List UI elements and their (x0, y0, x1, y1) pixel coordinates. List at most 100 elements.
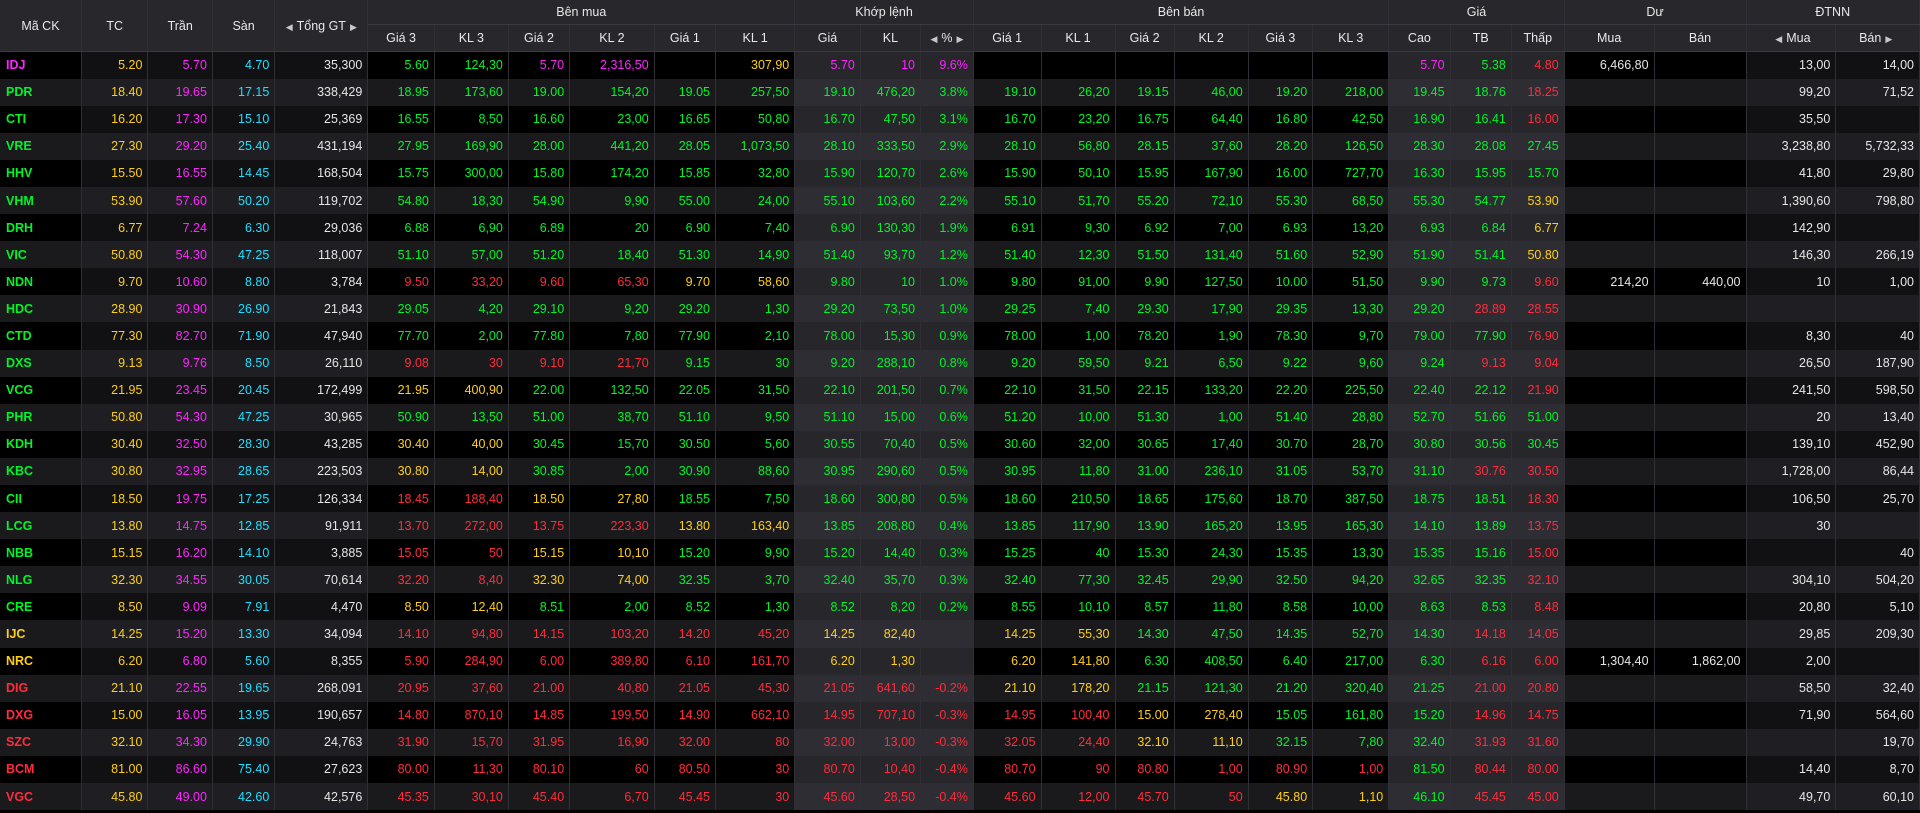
sell-price2-cell: 51.30 (1115, 403, 1175, 431)
table-row[interactable]: CTD 77.30 82.70 71.90 47,940 77.70 2,00 77.80 7,… (0, 322, 1920, 350)
symbol-cell[interactable]: DRH (0, 214, 82, 242)
match-volume-cell: 10 (860, 51, 922, 79)
col-match-pct[interactable]: ◀% ▶ (920, 24, 974, 52)
col-buy-gia1[interactable]: Giá 1 (654, 24, 716, 52)
symbol-cell[interactable]: KBC (0, 457, 82, 485)
col-foreign-sell[interactable]: Bán ▶ (1835, 24, 1920, 52)
avg-price-cell: 13.89 (1450, 512, 1512, 540)
table-row[interactable]: VRE 27.30 29.20 25.40 431,194 27.95 169,90 28.0… (0, 132, 1920, 160)
symbol-cell[interactable]: DIG (0, 674, 82, 702)
col-match-price[interactable]: Giá (794, 24, 861, 52)
table-row[interactable]: CTI 16.20 17.30 15.10 25,369 16.55 8,50 16.60 23… (0, 105, 1920, 133)
floor-price-cell: 20.45 (212, 376, 276, 404)
sell-vol3-cell: 218,00 (1312, 78, 1390, 106)
symbol-cell[interactable]: VIC (0, 241, 82, 269)
table-row[interactable]: VGC 45.80 49.00 42.60 42,576 45.35 30,10 45.40 6… (0, 783, 1920, 811)
table-row[interactable]: CRE 8.50 9.09 7.91 4,470 8.50 12,40 8.51 2,00 8.5… (0, 593, 1920, 621)
col-symbol[interactable]: Mã CK (0, 0, 82, 52)
col-sell-kl3[interactable]: KL 3 (1312, 24, 1390, 52)
symbol-cell[interactable]: CRE (0, 593, 82, 621)
table-row[interactable]: DXS 9.13 9.76 8.50 26,110 9.08 30 9.10 21,70 9.15… (0, 349, 1920, 377)
symbol-cell[interactable]: PDR (0, 78, 82, 106)
sell-vol3-cell: 28,80 (1312, 403, 1390, 431)
table-row[interactable]: VHM 53.90 57.60 50.20 119,702 54.80 18,30 54.90… (0, 186, 1920, 215)
col-buy-kl3[interactable]: KL 3 (434, 24, 509, 52)
symbol-cell[interactable]: CII (0, 485, 82, 513)
symbol-cell[interactable]: PHR (0, 403, 82, 431)
symbol-cell[interactable]: NRC (0, 647, 82, 675)
table-row[interactable]: NRC 6.20 6.80 5.60 8,355 5.90 284,90 6.00 389,80… (0, 647, 1920, 675)
table-row[interactable]: NDN 9.70 10.60 8.80 3,784 9.50 33,20 9.60 65,30 9… (0, 268, 1920, 296)
table-row[interactable]: DRH 6.77 7.24 6.30 29,036 6.88 6,90 6.89 20 6.90 7… (0, 214, 1920, 242)
table-row[interactable]: NBB 15.15 16.20 14.10 3,885 15.05 50 15.15 10,10… (0, 539, 1920, 567)
symbol-cell[interactable]: SZC (0, 728, 82, 756)
match-pct-cell: -0.4% (920, 783, 974, 811)
col-buy-kl1[interactable]: KL 1 (715, 24, 796, 52)
table-row[interactable]: HHV 15.50 16.55 14.45 168,504 15.75 300,00 15.8… (0, 159, 1920, 187)
low-price-cell: 31.60 (1511, 728, 1565, 756)
left-arrow-icon[interactable]: ◀ (930, 34, 937, 44)
table-row[interactable]: VCG 21.95 23.45 20.45 172,499 21.95 400,90 22.0… (0, 376, 1920, 404)
match-price-cell: 30.95 (794, 457, 861, 485)
table-row[interactable]: HDC 28.90 30.90 26.90 21,843 29.05 4,20 29.10 9,… (0, 295, 1920, 323)
col-residual-sell[interactable]: Bán (1654, 24, 1747, 52)
right-arrow-icon[interactable]: ▶ (957, 34, 964, 44)
residual-sell-cell (1654, 485, 1747, 513)
col-match-volume[interactable]: KL (860, 24, 922, 52)
symbol-cell[interactable]: VHM (0, 186, 82, 215)
col-floor[interactable]: Sàn (212, 0, 276, 52)
col-residual-buy[interactable]: Mua (1564, 24, 1655, 52)
symbol-cell[interactable]: CTD (0, 322, 82, 350)
right-arrow-icon[interactable]: ▶ (350, 22, 357, 32)
symbol-cell[interactable]: VCG (0, 376, 82, 404)
col-sell-gia2[interactable]: Giá 2 (1115, 24, 1175, 52)
table-row[interactable]: IDJ 5.20 5.70 4.70 35,300 5.60 124,30 5.70 2,316… (0, 51, 1920, 79)
col-avg[interactable]: TB (1450, 24, 1512, 52)
symbol-cell[interactable]: NLG (0, 566, 82, 594)
symbol-cell[interactable]: IDJ (0, 51, 82, 79)
col-ref[interactable]: TC (81, 0, 149, 52)
table-row[interactable]: PDR 18.40 19.65 17.15 338,429 18.95 173,60 19.0… (0, 78, 1920, 106)
left-arrow-icon[interactable]: ◀ (1775, 34, 1782, 44)
symbol-cell[interactable]: DXG (0, 701, 82, 729)
col-total[interactable]: ◀ Tổng GT ▶ (274, 0, 369, 52)
table-row[interactable]: DIG 21.10 22.55 19.65 268,091 20.95 37,60 21.00… (0, 674, 1920, 702)
col-sell-kl2[interactable]: KL 2 (1174, 24, 1249, 52)
symbol-cell[interactable]: CTI (0, 105, 82, 133)
table-row[interactable]: IJC 14.25 15.20 13.30 34,094 14.10 94,80 14.15 1… (0, 620, 1920, 648)
table-row[interactable]: KDH 30.40 32.50 28.30 43,285 30.40 40,00 30.45 1… (0, 430, 1920, 458)
symbol-cell[interactable]: IJC (0, 620, 82, 648)
table-row[interactable]: SZC 32.10 34.30 29.90 24,763 31.90 15,70 31.95 1… (0, 728, 1920, 756)
table-row[interactable]: LCG 13.80 14.75 12.85 91,911 13.70 272,00 13.75… (0, 512, 1920, 540)
col-buy-gia3[interactable]: Giá 3 (367, 24, 435, 52)
table-row[interactable]: BCM 81.00 86.60 75.40 27,623 80.00 11,30 80.10 6… (0, 755, 1920, 784)
symbol-cell[interactable]: VGC (0, 783, 82, 811)
left-arrow-icon[interactable]: ◀ (286, 22, 293, 32)
col-ceil[interactable]: Trần (147, 0, 213, 52)
right-arrow-icon[interactable]: ▶ (1885, 34, 1892, 44)
col-sell-gia1[interactable]: Giá 1 (973, 24, 1042, 52)
symbol-cell[interactable]: HHV (0, 159, 82, 187)
symbol-cell[interactable]: NBB (0, 539, 82, 567)
col-buy-kl2[interactable]: KL 2 (569, 24, 655, 52)
symbol-cell[interactable]: LCG (0, 512, 82, 540)
symbol-cell[interactable]: HDC (0, 295, 82, 323)
col-high[interactable]: Cao (1388, 24, 1451, 52)
col-foreign-buy[interactable]: ◀ Mua (1746, 24, 1837, 52)
col-low[interactable]: Thấp (1511, 24, 1565, 52)
symbol-cell[interactable]: VRE (0, 132, 82, 160)
col-buy-gia2[interactable]: Giá 2 (508, 24, 571, 52)
symbol-cell[interactable]: KDH (0, 430, 82, 458)
foreign-sell-cell: 798,80 (1835, 186, 1920, 215)
table-row[interactable]: KBC 30.80 32.95 28.65 223,503 30.80 14,00 30.85… (0, 457, 1920, 485)
col-sell-gia3[interactable]: Giá 3 (1248, 24, 1314, 52)
table-row[interactable]: CII 18.50 19.75 17.25 126,334 18.45 188,40 18.5… (0, 485, 1920, 513)
table-row[interactable]: VIC 50.80 54.30 47.25 118,007 51.10 57,00 51.20… (0, 241, 1920, 269)
col-sell-kl1[interactable]: KL 1 (1041, 24, 1116, 52)
symbol-cell[interactable]: NDN (0, 268, 82, 296)
table-row[interactable]: DXG 15.00 16.05 13.95 190,657 14.80 870,10 14.8… (0, 701, 1920, 729)
table-row[interactable]: PHR 50.80 54.30 47.25 30,965 50.90 13,50 51.00 3… (0, 403, 1920, 431)
table-row[interactable]: NLG 32.30 34.55 30.05 70,614 32.20 8,40 32.30 74… (0, 566, 1920, 594)
symbol-cell[interactable]: DXS (0, 349, 82, 377)
symbol-cell[interactable]: BCM (0, 755, 82, 784)
